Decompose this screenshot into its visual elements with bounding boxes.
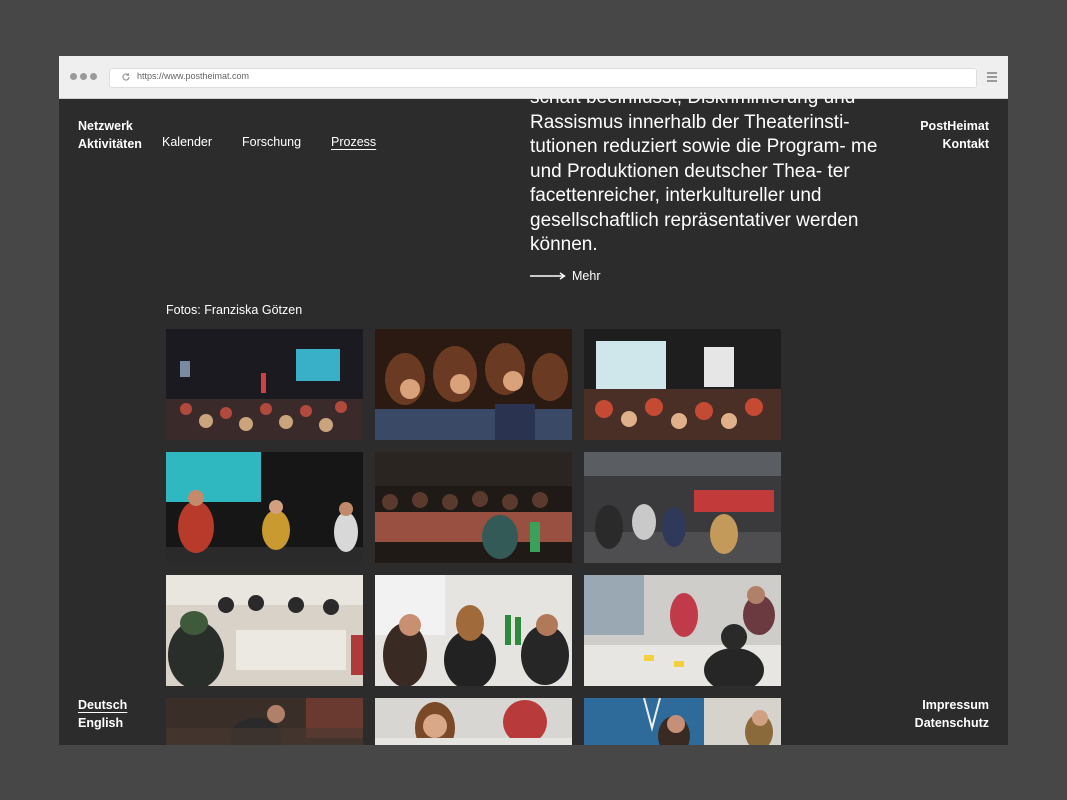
nav-netzwerk[interactable]: Netzwerk bbox=[78, 117, 142, 135]
photo-audience-presentation[interactable] bbox=[584, 329, 781, 440]
nav-kalender[interactable]: Kalender bbox=[162, 135, 212, 149]
browser-menu-icon[interactable] bbox=[987, 72, 997, 84]
page-content: Netzwerk Aktivitäten Kalender Forschung … bbox=[59, 98, 1008, 745]
browser-toolbar: https://www.postheimat.com bbox=[59, 56, 1008, 99]
intro-text: schaft beeinflusst, Diskriminierung und … bbox=[530, 98, 878, 255]
main-nav: Netzwerk Aktivitäten bbox=[78, 117, 142, 153]
more-link[interactable]: Mehr bbox=[530, 269, 600, 283]
language-switcher: Deutsch English bbox=[78, 696, 127, 732]
photo-workshop-6[interactable] bbox=[584, 698, 781, 745]
url-text[interactable]: https://www.postheimat.com bbox=[137, 71, 249, 81]
photo-audience-seated[interactable] bbox=[375, 452, 572, 563]
arrow-right-icon bbox=[530, 272, 566, 280]
nav-postheimat[interactable]: PostHeimat bbox=[920, 117, 989, 135]
nav-aktivitaeten[interactable]: Aktivitäten bbox=[78, 135, 142, 153]
secondary-nav: PostHeimat Kontakt bbox=[920, 117, 989, 153]
nav-kontakt[interactable]: Kontakt bbox=[920, 135, 989, 153]
photo-workshop-4[interactable] bbox=[166, 698, 363, 745]
nav-prozess[interactable]: Prozess bbox=[331, 135, 376, 149]
window-dot[interactable] bbox=[90, 73, 97, 80]
window-dot[interactable] bbox=[70, 73, 77, 80]
photo-audience-stage-1[interactable] bbox=[166, 329, 363, 440]
photo-credit: Fotos: Franziska Götzen bbox=[166, 303, 303, 317]
browser-window: https://www.postheimat.com Netzwerk Akti… bbox=[59, 56, 1008, 745]
footer-links: Impressum Datenschutz bbox=[915, 696, 989, 732]
lang-deutsch[interactable]: Deutsch bbox=[78, 696, 127, 714]
reload-icon[interactable] bbox=[121, 72, 131, 82]
photo-panel-stage[interactable] bbox=[166, 452, 363, 563]
photo-workshop-5[interactable] bbox=[375, 698, 572, 745]
window-dot[interactable] bbox=[80, 73, 87, 80]
photo-audience-closeup-1[interactable] bbox=[375, 329, 572, 440]
lang-english[interactable]: English bbox=[78, 714, 127, 732]
window-controls[interactable] bbox=[70, 73, 97, 80]
photo-workshop-table-3[interactable] bbox=[584, 575, 781, 686]
link-impressum[interactable]: Impressum bbox=[915, 696, 989, 714]
address-bar[interactable]: https://www.postheimat.com bbox=[109, 68, 977, 88]
photo-group-discussion-hall[interactable] bbox=[584, 452, 781, 563]
more-label[interactable]: Mehr bbox=[572, 269, 600, 283]
photo-workshop-table-1[interactable] bbox=[166, 575, 363, 686]
nav-forschung[interactable]: Forschung bbox=[242, 135, 301, 149]
link-datenschutz[interactable]: Datenschutz bbox=[915, 714, 989, 732]
photo-workshop-table-2[interactable] bbox=[375, 575, 572, 686]
